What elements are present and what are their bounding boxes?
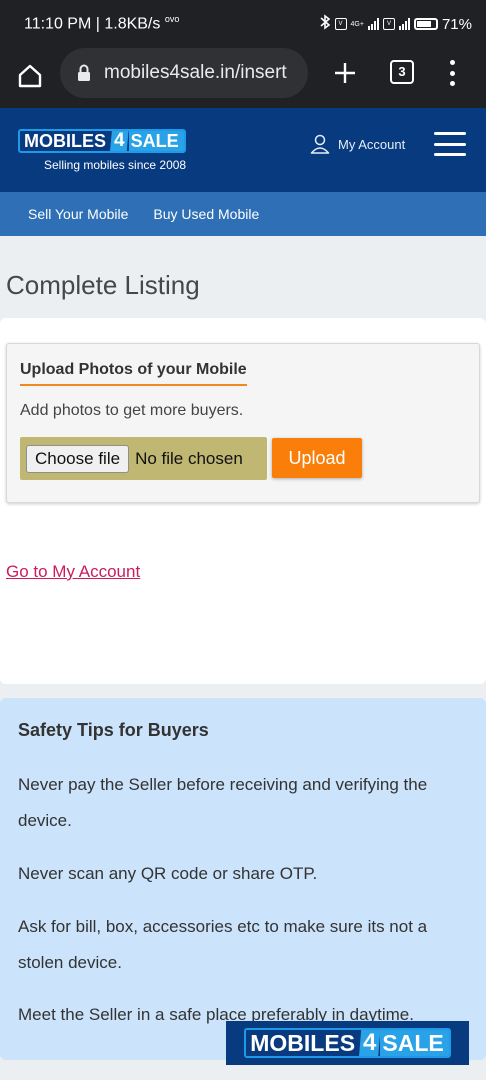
url-text: mobiles4sale.in/insert — [104, 62, 287, 83]
logo-text-mobiles: MOBILES — [250, 1030, 356, 1056]
logo-text-4: 4 — [359, 1030, 381, 1056]
network-type: 4G+ — [350, 20, 364, 28]
safety-tip: Ask for bill, box, accessories etc to ma… — [18, 917, 428, 972]
signal-icon — [367, 18, 379, 30]
page-title: Complete Listing — [6, 270, 200, 300]
logo-text-sale: SALE — [380, 1030, 449, 1056]
no-file-chosen-text: No file chosen — [135, 448, 243, 468]
bluetooth-icon — [319, 14, 331, 34]
content-card: Upload Photos of your Mobile Add photos … — [0, 318, 486, 684]
upload-photos-panel: Upload Photos of your Mobile Add photos … — [6, 343, 480, 503]
choose-file-button[interactable]: Choose file — [26, 444, 130, 473]
browser-toolbar: mobiles4sale.in/insert 3 — [0, 48, 486, 108]
status-icons: V 4G+ V 71% — [319, 14, 472, 34]
site-logo[interactable]: MOBILES 4 SALE — [18, 129, 186, 153]
battery-icon — [413, 18, 438, 30]
site-header: MOBILES 4 SALE Selling mobiles since 200… — [0, 108, 486, 192]
site-tagline: Selling mobiles since 2008 — [44, 158, 187, 172]
status-time-speed: 11:10 PM | 1.8KB/s ovo — [24, 14, 179, 33]
upload-hint: Add photos to get more buyers. — [20, 402, 244, 419]
volte-icon: V — [334, 18, 347, 30]
logo-text-mobiles: MOBILES — [24, 131, 107, 151]
nav-sell-your-mobile[interactable]: Sell Your Mobile — [28, 206, 128, 222]
volte-icon-2: V — [382, 18, 395, 30]
home-icon[interactable] — [16, 62, 44, 90]
safety-tips-panel: Safety Tips for Buyers Never pay the Sel… — [0, 698, 486, 1060]
new-tab-icon[interactable] — [332, 60, 358, 86]
main-nav: Sell Your Mobile Buy Used Mobile — [0, 192, 486, 236]
lock-icon — [78, 64, 90, 81]
status-time-text: 11:10 PM | 1.8KB/s — [24, 15, 161, 33]
user-icon — [310, 134, 330, 154]
floating-logo: MOBILES 4 SALE — [244, 1028, 451, 1058]
upload-button[interactable]: Upload — [272, 438, 362, 478]
safety-tip: Never scan any QR code or share OTP. — [18, 864, 318, 883]
nav-buy-used-mobile[interactable]: Buy Used Mobile — [153, 206, 259, 222]
logo-text-4: 4 — [110, 131, 129, 151]
status-bar: 11:10 PM | 1.8KB/s ovo V 4G+ V 71% — [0, 0, 486, 48]
safety-tip: Never pay the Seller before receiving an… — [18, 775, 428, 830]
more-menu-icon[interactable] — [444, 60, 460, 86]
my-account-link[interactable]: My Account — [310, 134, 405, 154]
carrier-tag: ovo — [164, 14, 180, 24]
my-account-label: My Account — [338, 136, 406, 152]
floating-logo-banner[interactable]: MOBILES 4 SALE — [226, 1021, 469, 1065]
url-bar[interactable]: mobiles4sale.in/insert — [60, 48, 308, 98]
signal-icon-2 — [398, 18, 410, 30]
logo-text-sale: SALE — [128, 131, 184, 151]
file-input[interactable]: Choose file No file chosen — [20, 437, 267, 480]
battery-percent: 71% — [441, 15, 472, 33]
go-to-my-account-link[interactable]: Go to My Account — [6, 562, 140, 582]
hamburger-menu-icon[interactable] — [434, 132, 466, 156]
safety-tips-title: Safety Tips for Buyers — [18, 720, 209, 740]
upload-heading: Upload Photos of your Mobile — [20, 361, 247, 386]
tab-switcher-button[interactable]: 3 — [390, 60, 414, 84]
